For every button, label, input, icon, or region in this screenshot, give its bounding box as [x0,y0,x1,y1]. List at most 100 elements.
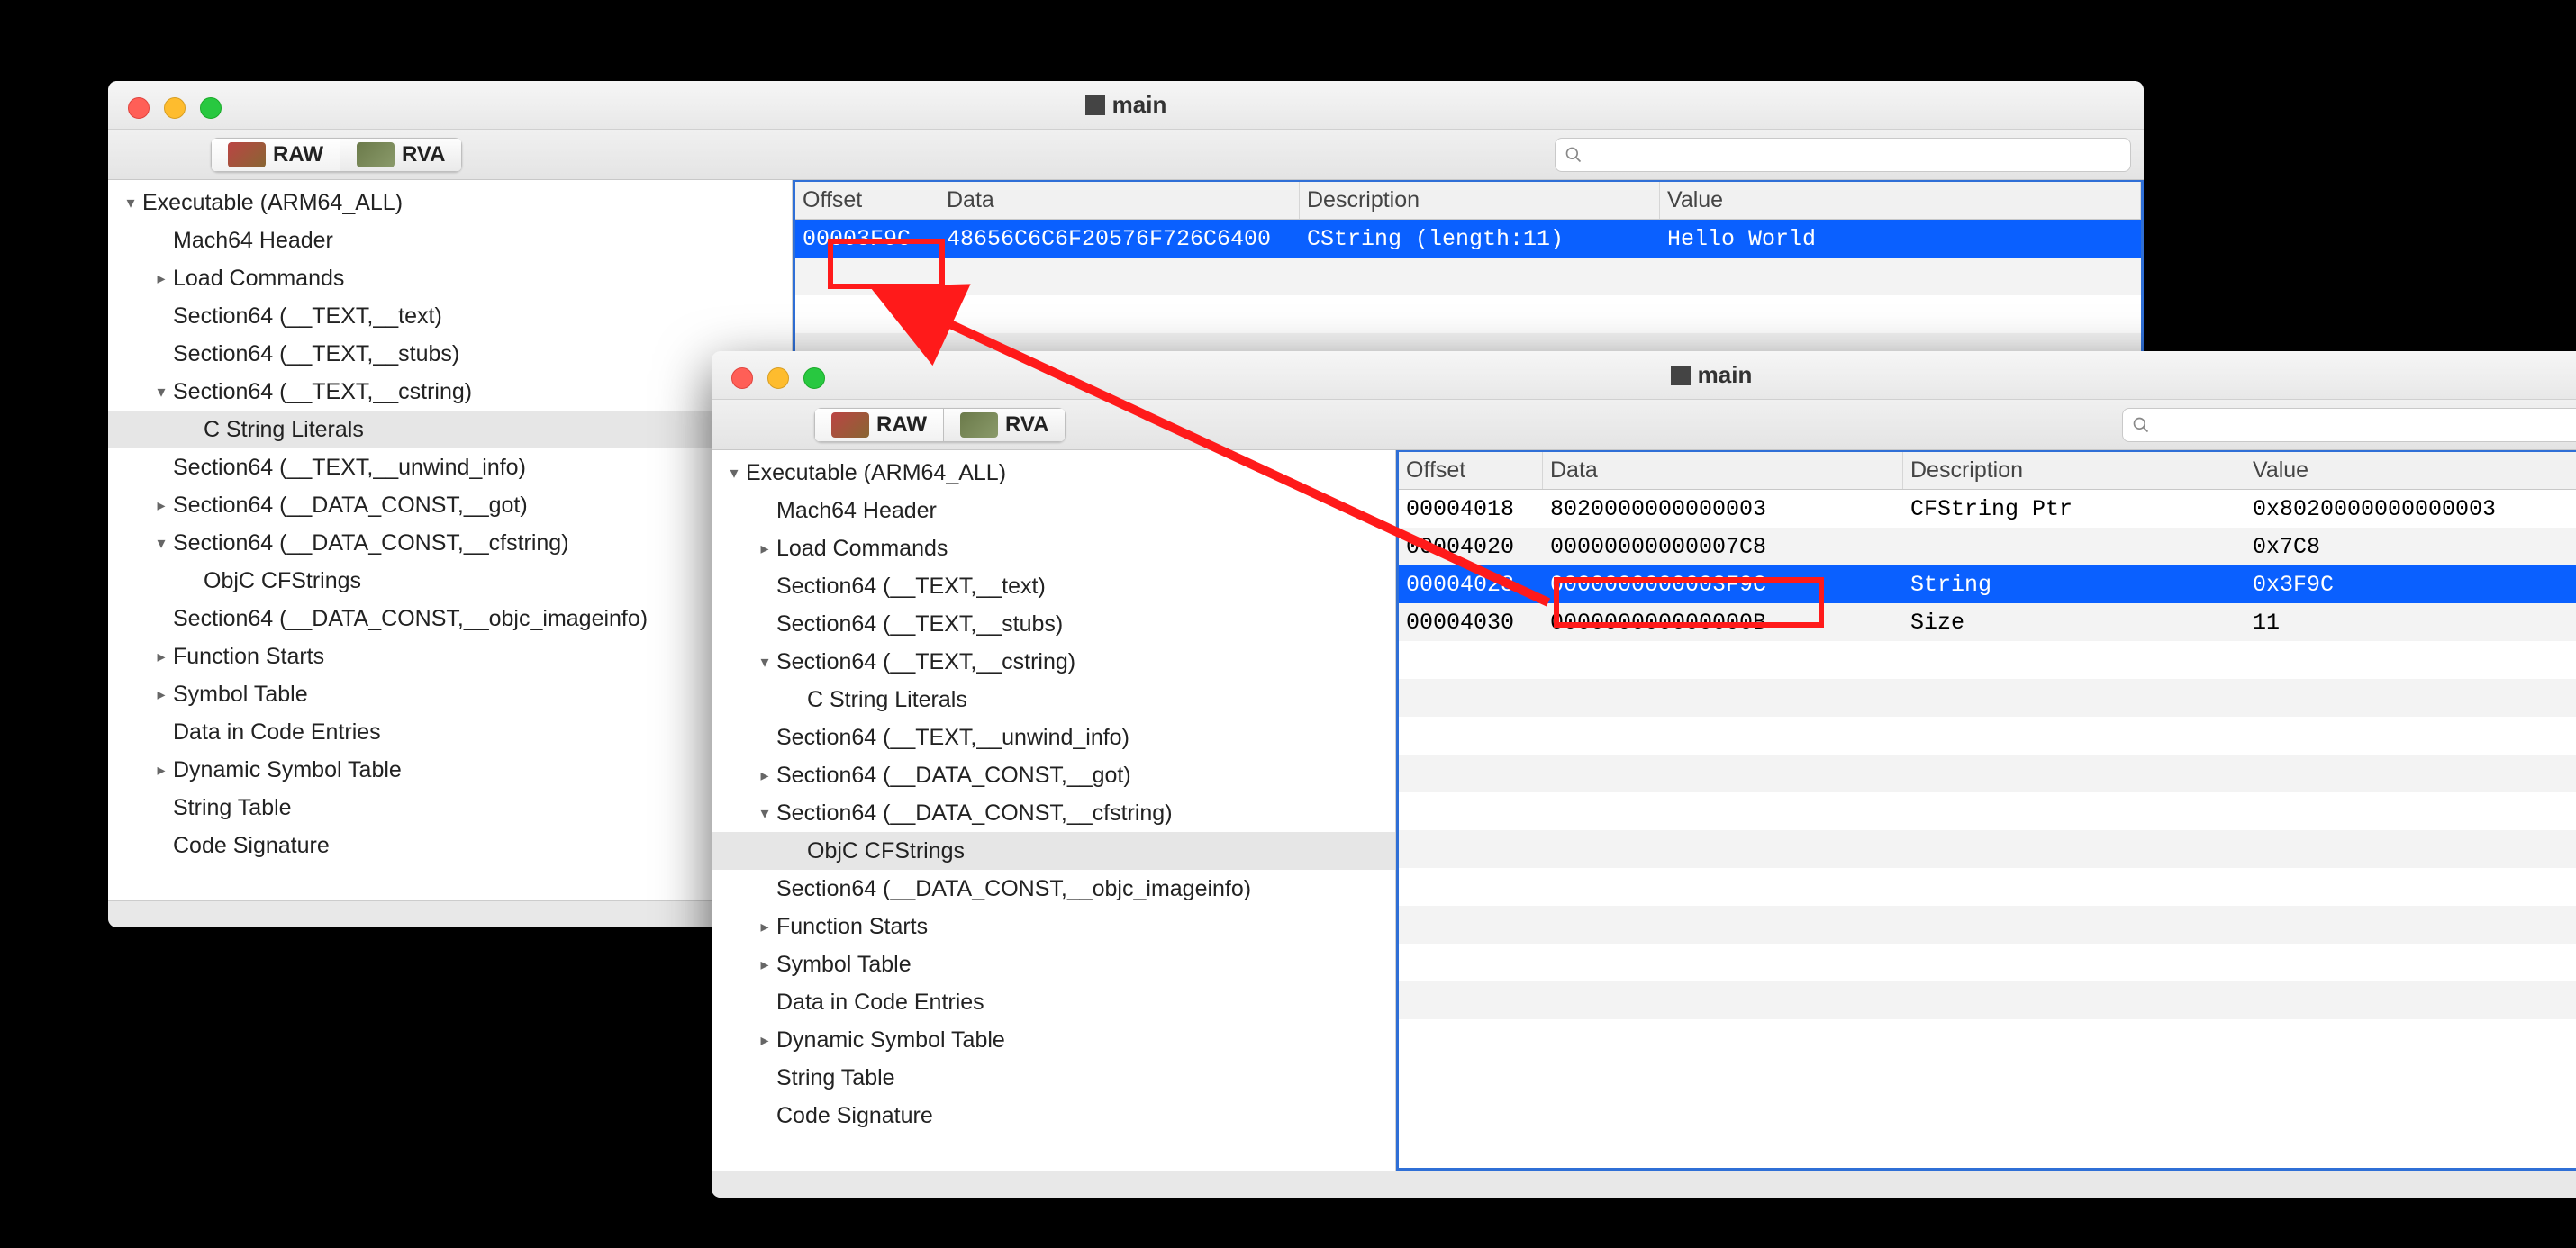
tree-item[interactable]: Data in Code Entries [712,983,1395,1021]
col-data[interactable]: Data [1543,452,1903,489]
table-row[interactable]: 000040280000000000003F9CString0x3F9C [1399,565,2576,603]
tree-item[interactable]: ▸Function Starts [712,908,1395,945]
tree-item[interactable]: ObjC CFStrings [108,562,792,600]
chevron-right-icon[interactable]: ▸ [150,647,173,666]
minimize-icon[interactable] [164,97,186,119]
table-row[interactable]: 00004030000000000000000BSize11 [1399,603,2576,641]
tree-item-label: Section64 (__TEXT,__stubs) [173,341,459,367]
col-data[interactable]: Data [939,182,1300,219]
sidebar-tree[interactable]: ▾Executable (ARM64_ALL)Mach64 Header▸Loa… [712,450,1396,1171]
tree-item[interactable]: ObjC CFStrings [712,832,1395,870]
tree-item-label: Symbol Table [776,952,912,978]
tree-item-label: Section64 (__TEXT,__text) [173,303,442,330]
tree-item[interactable]: Section64 (__TEXT,__text) [108,297,792,335]
col-offset[interactable]: Offset [795,182,939,219]
search-field[interactable] [2122,408,2576,442]
chevron-down-icon[interactable]: ▾ [119,194,142,213]
tree-item[interactable]: Section64 (__DATA_CONST,__objc_imageinfo… [108,600,792,638]
tree-item[interactable]: Mach64 Header [108,222,792,259]
rva-button[interactable]: RVA [340,138,462,172]
chevron-right-icon[interactable]: ▸ [150,761,173,780]
table-row [1399,641,2576,679]
tree-item[interactable]: Mach64 Header [712,492,1395,529]
tree-item[interactable]: ▸Symbol Table [712,945,1395,983]
titlebar: main [712,351,2576,400]
cell-offset: 00004030 [1399,610,1543,636]
chevron-right-icon[interactable]: ▸ [753,918,776,936]
zoom-icon[interactable] [803,367,825,389]
col-description[interactable]: Description [1903,452,2245,489]
tree-item[interactable]: ▾Executable (ARM64_ALL) [108,184,792,222]
data-table: Offset Data Description Value 0000401880… [1396,450,2576,1171]
chevron-down-icon[interactable]: ▾ [753,653,776,672]
tree-item[interactable]: ▸Function Starts [108,638,792,675]
tree-item[interactable]: ▸Symbol Table [108,675,792,713]
minimize-icon[interactable] [767,367,789,389]
col-description[interactable]: Description [1300,182,1660,219]
tree-item-label: Section64 (__DATA_CONST,__cfstring) [173,530,569,556]
chevron-right-icon[interactable]: ▸ [150,685,173,704]
search-field[interactable] [1555,138,2131,172]
tree-item[interactable]: ▸Load Commands [712,529,1395,567]
toolbar: RAW RVA [712,400,2576,450]
raw-label: RAW [273,142,323,167]
tree-item[interactable]: ▾Section64 (__TEXT,__cstring) [108,373,792,411]
tree-item[interactable]: ▾Section64 (__DATA_CONST,__cfstring) [108,524,792,562]
tree-item-label: Section64 (__DATA_CONST,__objc_imageinfo… [776,876,1251,902]
chevron-right-icon[interactable]: ▸ [753,539,776,558]
rva-button[interactable]: RVA [944,408,1066,442]
raw-button[interactable]: RAW [211,138,340,172]
col-value[interactable]: Value [2245,452,2576,489]
table-row [1399,755,2576,792]
tree-item[interactable]: ▸Load Commands [108,259,792,297]
tree-item[interactable]: ▾Section64 (__TEXT,__cstring) [712,643,1395,681]
tree-item[interactable]: Section64 (__TEXT,__stubs) [712,605,1395,643]
tree-item[interactable]: String Table [712,1059,1395,1097]
zoom-icon[interactable] [200,97,222,119]
tree-item[interactable]: Section64 (__TEXT,__unwind_info) [108,448,792,486]
chevron-right-icon[interactable]: ▸ [150,269,173,288]
tree-item[interactable]: String Table [108,789,792,827]
search-input[interactable] [2157,413,2576,437]
tree-item[interactable]: ▸Section64 (__DATA_CONST,__got) [108,486,792,524]
table-row[interactable]: 00003F9C48656C6C6F20576F726C6400CString … [795,220,2141,258]
sidebar-tree[interactable]: ▾Executable (ARM64_ALL)Mach64 Header▸Loa… [108,180,793,900]
chevron-right-icon[interactable]: ▸ [753,955,776,974]
tree-item[interactable]: Section64 (__TEXT,__text) [712,567,1395,605]
table-body[interactable]: 000040188020000000000003CFString Ptr0x80… [1399,490,2576,1168]
rva-label: RVA [1005,412,1048,438]
rva-icon [960,412,998,438]
tree-item[interactable]: ▾Executable (ARM64_ALL) [712,454,1395,492]
search-input[interactable] [1590,143,2121,167]
chevron-down-icon[interactable]: ▾ [722,464,746,483]
close-icon[interactable] [128,97,150,119]
chevron-right-icon[interactable]: ▸ [753,766,776,785]
tree-item-label: C String Literals [204,417,364,443]
cell-data: 8020000000000003 [1543,496,1903,522]
tree-item[interactable]: ▸Section64 (__DATA_CONST,__got) [712,756,1395,794]
tree-item[interactable]: Data in Code Entries [108,713,792,751]
tree-item[interactable]: Code Signature [108,827,792,864]
table-row[interactable]: 000040188020000000000003CFString Ptr0x80… [1399,490,2576,528]
col-value[interactable]: Value [1660,182,2141,219]
tree-item-label: Section64 (__DATA_CONST,__got) [776,763,1131,789]
tree-item[interactable]: ▾Section64 (__DATA_CONST,__cfstring) [712,794,1395,832]
tree-item[interactable]: Section64 (__DATA_CONST,__objc_imageinfo… [712,870,1395,908]
chevron-down-icon[interactable]: ▾ [753,804,776,823]
tree-item[interactable]: Section64 (__TEXT,__stubs) [108,335,792,373]
tree-item[interactable]: Code Signature [712,1097,1395,1135]
chevron-down-icon[interactable]: ▾ [150,534,173,553]
tree-item[interactable]: C String Literals [712,681,1395,719]
col-offset[interactable]: Offset [1399,452,1543,489]
table-row[interactable]: 0000402000000000000007C80x7C8 [1399,528,2576,565]
cell-desc: CFString Ptr [1903,496,2245,522]
tree-item[interactable]: ▸Dynamic Symbol Table [712,1021,1395,1059]
chevron-right-icon[interactable]: ▸ [150,496,173,515]
chevron-down-icon[interactable]: ▾ [150,383,173,402]
close-icon[interactable] [731,367,753,389]
chevron-right-icon[interactable]: ▸ [753,1031,776,1050]
tree-item[interactable]: ▸Dynamic Symbol Table [108,751,792,789]
raw-button[interactable]: RAW [814,408,944,442]
tree-item[interactable]: Section64 (__TEXT,__unwind_info) [712,719,1395,756]
tree-item[interactable]: C String Literals [108,411,792,448]
